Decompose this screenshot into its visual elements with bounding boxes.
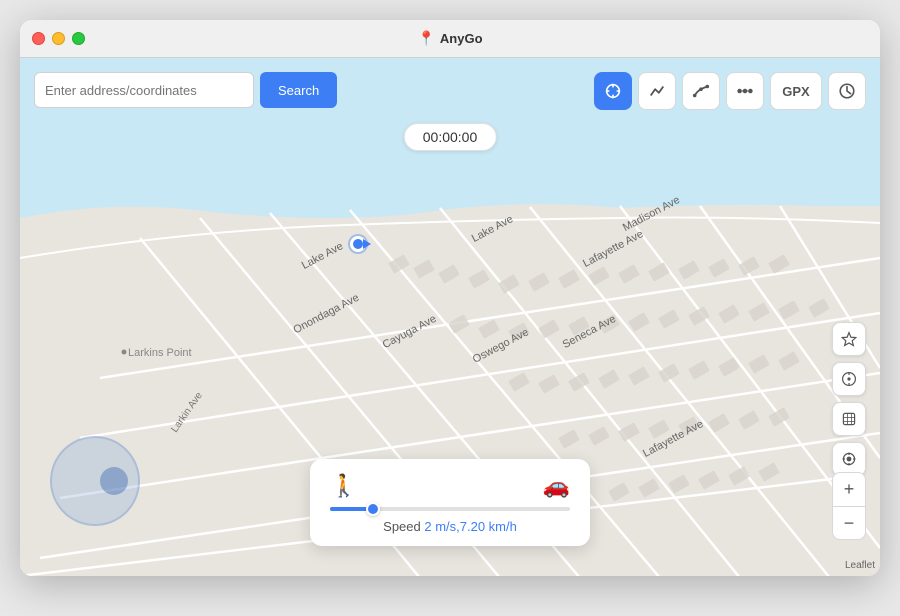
gpx-button[interactable]: GPX — [770, 72, 822, 110]
zoom-in-button[interactable]: + — [832, 472, 866, 506]
gpx-label: GPX — [782, 84, 809, 99]
timer-value: 00:00:00 — [423, 129, 478, 145]
history-icon — [838, 82, 856, 100]
app-window: 📍 AnyGo — [20, 20, 880, 576]
history-button[interactable] — [828, 72, 866, 110]
joystick-outer — [50, 436, 140, 526]
joystick-dot — [100, 467, 128, 495]
walking-icon: 🚶 — [330, 473, 357, 499]
teleport-tool-button[interactable] — [594, 72, 632, 110]
app-title: 📍 AnyGo — [417, 30, 482, 47]
center-location-button[interactable] — [832, 442, 866, 476]
layers-button[interactable] — [832, 402, 866, 436]
titlebar: 📍 AnyGo — [20, 20, 880, 58]
maximize-button[interactable] — [72, 32, 85, 45]
map-container[interactable]: Lake Ave Lake Ave Madison Ave Lafayette … — [20, 58, 880, 576]
location-marker — [350, 236, 366, 252]
multi-route-icon — [692, 82, 710, 100]
favorites-button[interactable] — [832, 322, 866, 356]
crosshair-icon — [604, 82, 622, 100]
speed-slider-track[interactable] — [330, 507, 570, 511]
zoom-controls: + − — [832, 472, 866, 540]
toolbar-right: GPX — [594, 72, 866, 110]
speed-label: Speed 2 m/s,7.20 km/h — [330, 519, 570, 534]
driving-icon: 🚗 — [543, 473, 570, 499]
speed-panel: 🚶 🚗 Speed 2 m/s,7.20 km/h — [310, 459, 590, 546]
pin-icon: 📍 — [417, 30, 434, 47]
speed-value: 2 m/s,7.20 km/h — [424, 519, 516, 534]
jump-route-icon — [736, 82, 754, 100]
zoom-out-button[interactable]: − — [832, 506, 866, 540]
search-input[interactable] — [34, 72, 254, 108]
compass-icon — [841, 371, 857, 387]
center-location-icon — [841, 451, 857, 467]
minimize-button[interactable] — [52, 32, 65, 45]
joystick[interactable] — [50, 436, 140, 526]
search-button[interactable]: Search — [260, 72, 337, 108]
speed-text: Speed — [383, 519, 424, 534]
leaflet-label: Leaflet — [845, 560, 875, 571]
app-title-text: AnyGo — [440, 31, 483, 46]
toolbar-left: Search — [34, 72, 337, 108]
single-route-icon — [648, 82, 666, 100]
speed-slider-thumb — [366, 502, 380, 516]
location-arrow — [363, 239, 371, 249]
compass-button[interactable] — [832, 362, 866, 396]
timer-badge: 00:00:00 — [404, 123, 497, 151]
map-controls-right — [832, 322, 866, 476]
leaflet-badge: Leaflet — [845, 560, 875, 571]
close-button[interactable] — [32, 32, 45, 45]
svg-text:Larkins Point: Larkins Point — [128, 347, 192, 359]
star-icon — [841, 331, 857, 347]
zoom-out-icon: − — [844, 513, 855, 534]
jump-route-button[interactable] — [726, 72, 764, 110]
multi-route-button[interactable] — [682, 72, 720, 110]
traffic-lights — [32, 32, 85, 45]
zoom-in-icon: + — [844, 479, 855, 500]
layers-icon — [841, 411, 857, 427]
single-route-button[interactable] — [638, 72, 676, 110]
location-dot — [350, 236, 366, 252]
speed-icons: 🚶 🚗 — [330, 473, 570, 499]
